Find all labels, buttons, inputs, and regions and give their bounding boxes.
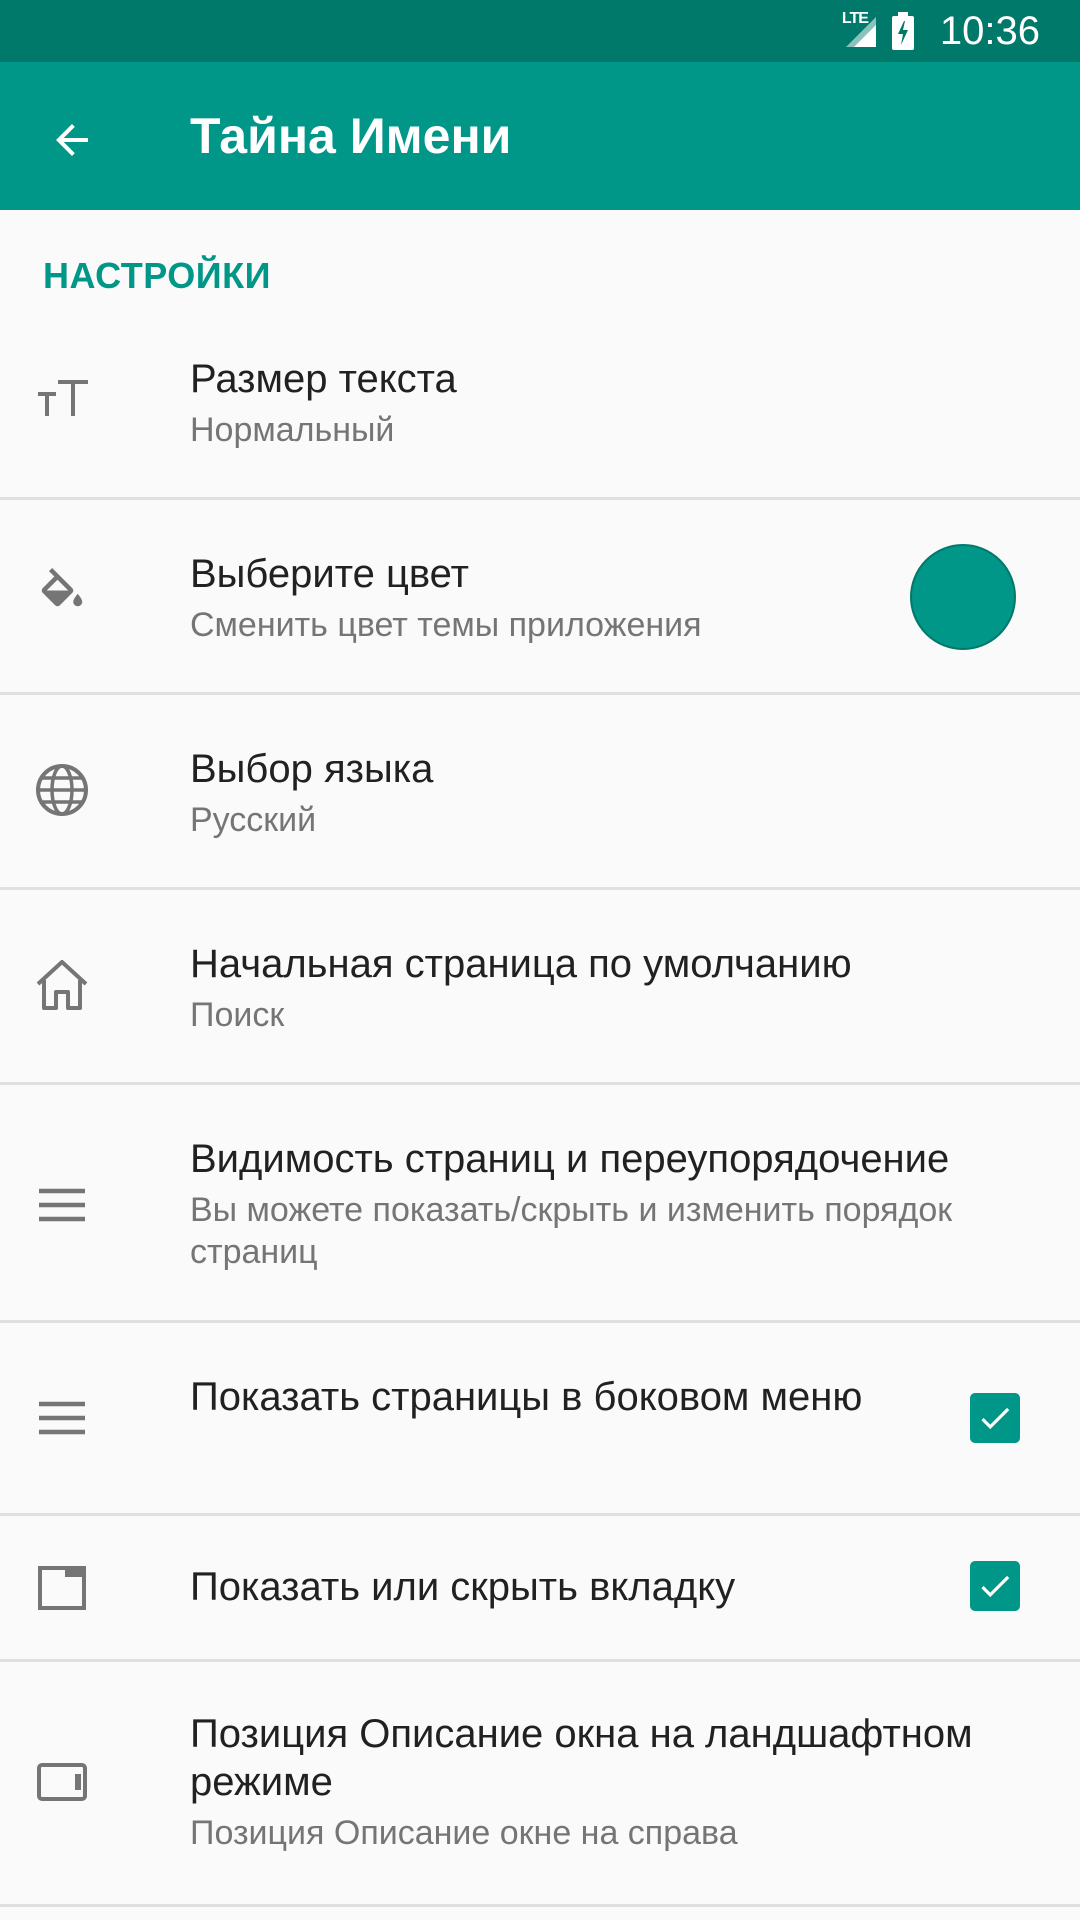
check-icon <box>981 1575 1010 1598</box>
pref-title: Выберите цвет <box>190 552 469 596</box>
pref-start-page[interactable]: Начальная страница по умолчанию Поиск <box>0 890 1080 1085</box>
status-time: 10:36 <box>939 8 1040 53</box>
pref-choose-color[interactable]: Выберите цвет Сменить цвет темы приложен… <box>0 500 1080 695</box>
pref-summary: Русский <box>190 801 317 839</box>
pref-summary: Вы можете показать/скрыть и изменить пор… <box>190 1191 953 1271</box>
page-title: Тайна Имени <box>190 108 512 164</box>
signal-icon: LTE <box>842 10 878 49</box>
section-header: НАСТРОЙКИ <box>43 255 271 296</box>
home-icon <box>32 955 92 1015</box>
pref-title: Позиция Описание окна на ландшафтном реж… <box>190 1712 973 1804</box>
arrow-back-icon <box>56 124 88 156</box>
menu-icon <box>32 1175 92 1235</box>
divider <box>0 1904 1080 1907</box>
battery-charging-icon <box>891 12 914 50</box>
pref-title: Показать или скрыть вкладку <box>190 1565 736 1609</box>
pref-text-size[interactable]: Размер текста Нормальный <box>0 305 1080 500</box>
landscape-icon <box>32 1752 92 1812</box>
pref-show-tab[interactable]: Показать или скрыть вкладку <box>0 1516 1080 1662</box>
tab-icon <box>32 1558 92 1618</box>
app-bar: Тайна Имени <box>0 62 1080 210</box>
pref-language[interactable]: Выбор языка Русский <box>0 695 1080 890</box>
pref-title: Видимость страниц и переупорядочение <box>190 1137 950 1181</box>
pref-side-menu[interactable]: Показать страницы в боковом меню <box>0 1323 1080 1516</box>
check-icon <box>981 1407 1010 1430</box>
menu-icon <box>32 1388 92 1448</box>
pref-title: Выбор языка <box>190 747 434 791</box>
pref-summary: Нормальный <box>190 411 395 449</box>
text-size-icon <box>32 370 92 430</box>
pref-summary: Позиция Описание окне на справа <box>190 1814 738 1852</box>
pref-title: Начальная страница по умолчанию <box>190 942 852 986</box>
paint-bucket-icon <box>32 565 92 625</box>
pref-summary: Сменить цвет темы приложения <box>190 606 702 644</box>
side-menu-checkbox[interactable] <box>970 1393 1020 1443</box>
status-bar: LTE 10:36 <box>0 0 1080 62</box>
color-swatch[interactable] <box>910 544 1016 650</box>
pref-landscape-position[interactable]: Позиция Описание окна на ландшафтном реж… <box>0 1662 1080 1907</box>
back-button[interactable] <box>34 102 110 178</box>
pref-title: Показать страницы в боковом меню <box>190 1375 863 1419</box>
globe-icon <box>32 760 92 820</box>
pref-page-visibility[interactable]: Видимость страниц и переупорядочение Вы … <box>0 1085 1080 1323</box>
show-tab-checkbox[interactable] <box>970 1561 1020 1611</box>
pref-summary: Поиск <box>190 996 285 1034</box>
status-icons: LTE 10:36 <box>842 0 1040 62</box>
pref-title: Размер текста <box>190 357 457 401</box>
